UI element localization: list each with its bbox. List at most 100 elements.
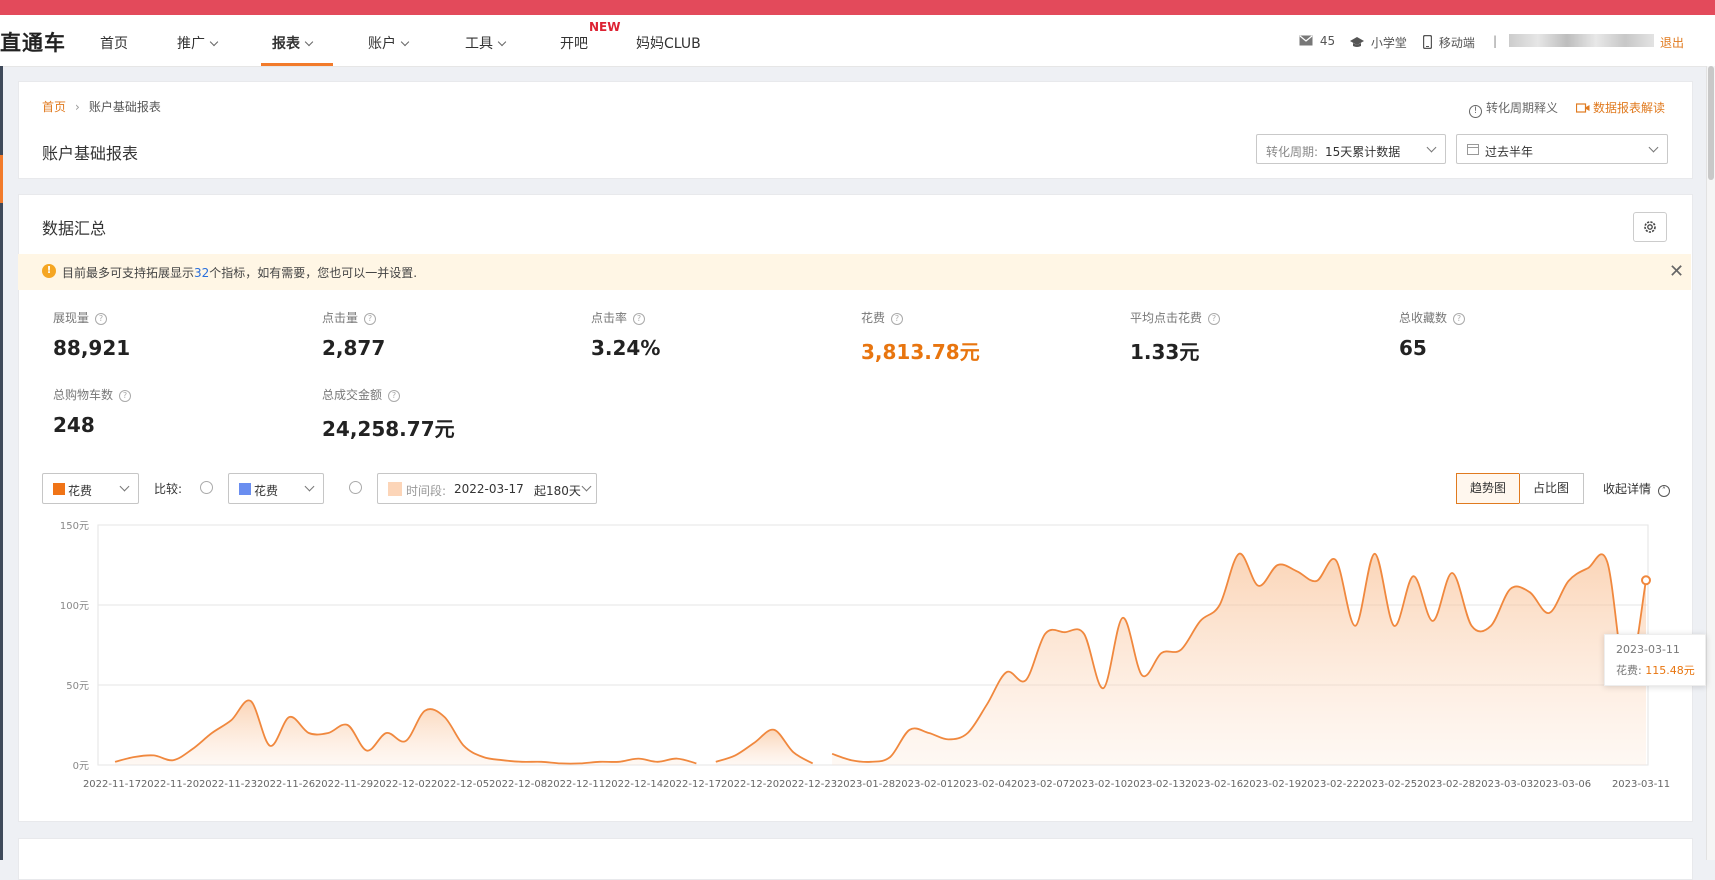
collapse-details-link[interactable]: 收起详情 ˄: [1603, 480, 1670, 497]
metric-favorites[interactable]: 总收藏数? 65: [1399, 309, 1466, 360]
conversion-cycle-help-link[interactable]: ! 转化周期释义: [1469, 99, 1558, 118]
compare-metric-radio[interactable]: [200, 481, 213, 494]
series-area: [115, 700, 697, 765]
x-tick-label: 2022-12-17: [663, 779, 721, 790]
redacted-username: [1509, 34, 1654, 47]
nav-item-account[interactable]: 账户: [368, 33, 410, 53]
compare-metric-select[interactable]: 花费: [228, 473, 324, 504]
video-icon: [1575, 103, 1590, 113]
x-tick-label: 2023-02-07: [1011, 779, 1069, 790]
help-icon[interactable]: ?: [119, 390, 132, 402]
chevron-down-icon: [581, 481, 592, 492]
x-tick-label: 2023-02-10: [1069, 779, 1127, 790]
mail-icon: [1299, 35, 1313, 46]
help-icon[interactable]: ?: [388, 390, 401, 402]
breadcrumb-separator: ›: [75, 100, 80, 114]
graduation-cap-icon: [1350, 37, 1364, 47]
header-card: [18, 81, 1693, 179]
breadcrumb-home-link[interactable]: 首页: [42, 100, 66, 114]
x-tick-label: 2023-02-22: [1301, 779, 1359, 790]
help-icon[interactable]: ?: [1453, 313, 1466, 325]
chevron-down-icon: [304, 37, 314, 47]
x-tick-label: 2022-11-29: [315, 779, 373, 790]
nav-item-home[interactable]: 首页: [100, 33, 128, 53]
tab-share-chart[interactable]: 占比图: [1519, 473, 1584, 504]
x-tick-label: 2022-11-26: [257, 779, 315, 790]
notice-bar: ! 目前最多可支持拓展显示32个指标，如有需要，您也可以一并设置. ✕: [18, 254, 1691, 290]
metric-gmv[interactable]: 总成交金额? 24,258.77元: [322, 386, 455, 442]
nav-item-promotion[interactable]: 推广: [177, 33, 219, 53]
settings-button[interactable]: [1633, 212, 1667, 242]
spend-trend-chart[interactable]: 0元50元100元150元2022-11-17 2022-11-20 2022-11…: [0, 510, 1715, 840]
date-range-value: 过去半年: [1485, 145, 1534, 159]
chevron-down-icon: [209, 37, 219, 47]
metric-color-swatch: [53, 483, 65, 495]
compare-period-radio[interactable]: [349, 481, 362, 494]
nav-item-kaiba[interactable]: 开吧: [560, 33, 588, 53]
chart-tooltip: 2023-03-11 花费: 115.48元: [1604, 634, 1706, 686]
logout-link[interactable]: 退出: [1660, 34, 1684, 51]
metric-select[interactable]: 花费: [42, 473, 139, 504]
x-tick-label: 2022-12-23: [779, 779, 837, 790]
x-tick-label: 2023-01-28: [837, 779, 895, 790]
close-icon[interactable]: ✕: [1669, 261, 1684, 282]
chevron-down-icon: [1648, 142, 1659, 153]
x-tick-label: 2022-11-23: [199, 779, 257, 790]
x-tick-label: 2022-12-08: [489, 779, 547, 790]
mobile-link[interactable]: 移动端: [1422, 34, 1475, 51]
x-tick-label: 2022-12-14: [605, 779, 663, 790]
x-tick-label: 2023-02-01: [895, 779, 953, 790]
period-span: 起180天: [534, 484, 581, 498]
messages-link[interactable]: 45: [1299, 34, 1335, 48]
breadcrumb: 首页 › 账户基础报表: [42, 98, 161, 115]
help-icon[interactable]: ?: [95, 313, 108, 325]
metric-impressions[interactable]: 展现量? 88,921: [53, 309, 130, 360]
tooltip-value-row: 花费: 115.48元: [1616, 664, 1695, 677]
metric-spend[interactable]: 花费? 3,813.78元: [861, 309, 980, 365]
summary-title: 数据汇总: [42, 219, 107, 238]
app-logo: 直通车: [0, 31, 66, 55]
help-icon[interactable]: ?: [364, 313, 377, 325]
x-tick-label: 2022-11-20: [141, 779, 199, 790]
school-link[interactable]: 小学堂: [1350, 34, 1407, 51]
conversion-cycle-select[interactable]: 转化周期: 15天累计数据: [1256, 134, 1446, 164]
metric-avg-cpc[interactable]: 平均点击花费? 1.33元: [1130, 309, 1221, 365]
compare-period-select[interactable]: 时间段: 2022-03-17 起180天: [377, 473, 597, 504]
x-tick-label: 2022-11-17: [83, 779, 141, 790]
chevron-down-icon: [497, 37, 507, 47]
tab-trend-chart[interactable]: 趋势图: [1456, 473, 1520, 504]
metric-cart[interactable]: 总购物车数? 248: [53, 386, 132, 437]
period-date: 2022-03-17: [454, 482, 524, 496]
chevron-down-icon: [400, 37, 410, 47]
compare-select-label: 花费: [254, 484, 279, 498]
series-area: [832, 553, 1646, 765]
x-tick-label: 2023-03-03: [1475, 779, 1533, 790]
report-guide-link[interactable]: 数据报表解读: [1575, 99, 1665, 116]
x-tick-label: 2023-02-28: [1417, 779, 1475, 790]
help-icon[interactable]: ?: [891, 313, 904, 325]
chevron-down-icon: [119, 481, 130, 492]
x-tick-label: 2023-03-06: [1533, 779, 1591, 790]
breadcrumb-current: 账户基础报表: [88, 100, 161, 114]
page-scrollbar-thumb[interactable]: [1708, 66, 1714, 180]
chevron-up-circle-icon: ˄: [1657, 485, 1670, 497]
y-tick-label: 0元: [73, 761, 89, 772]
nav-divider: |: [1493, 34, 1498, 48]
new-badge: NEW: [589, 20, 621, 34]
help-icon[interactable]: ?: [633, 313, 646, 325]
top-navigation: 直通车 首页 推广 报表 账户 工具 开吧 NEW 妈妈CLUB 45 小学堂 …: [0, 15, 1715, 67]
chevron-down-icon: [1426, 142, 1437, 153]
metric-clicks[interactable]: 点击量? 2,877: [322, 309, 385, 360]
page-title: 账户基础报表: [42, 144, 139, 163]
conversion-cycle-value: 15天累计数据: [1325, 145, 1401, 159]
nav-item-reports[interactable]: 报表: [272, 33, 314, 53]
nav-item-mama-club[interactable]: 妈妈CLUB: [636, 33, 701, 53]
help-icon[interactable]: ?: [1208, 313, 1221, 325]
conversion-cycle-prefix: 转化周期:: [1266, 145, 1319, 159]
phone-icon: [1422, 34, 1433, 50]
period-prefix: 时间段:: [406, 484, 447, 498]
nav-item-tools[interactable]: 工具: [465, 33, 507, 53]
metric-select-label: 花费: [68, 484, 93, 498]
metric-ctr[interactable]: 点击率? 3.24%: [591, 309, 660, 360]
date-range-select[interactable]: 过去半年: [1456, 134, 1668, 164]
